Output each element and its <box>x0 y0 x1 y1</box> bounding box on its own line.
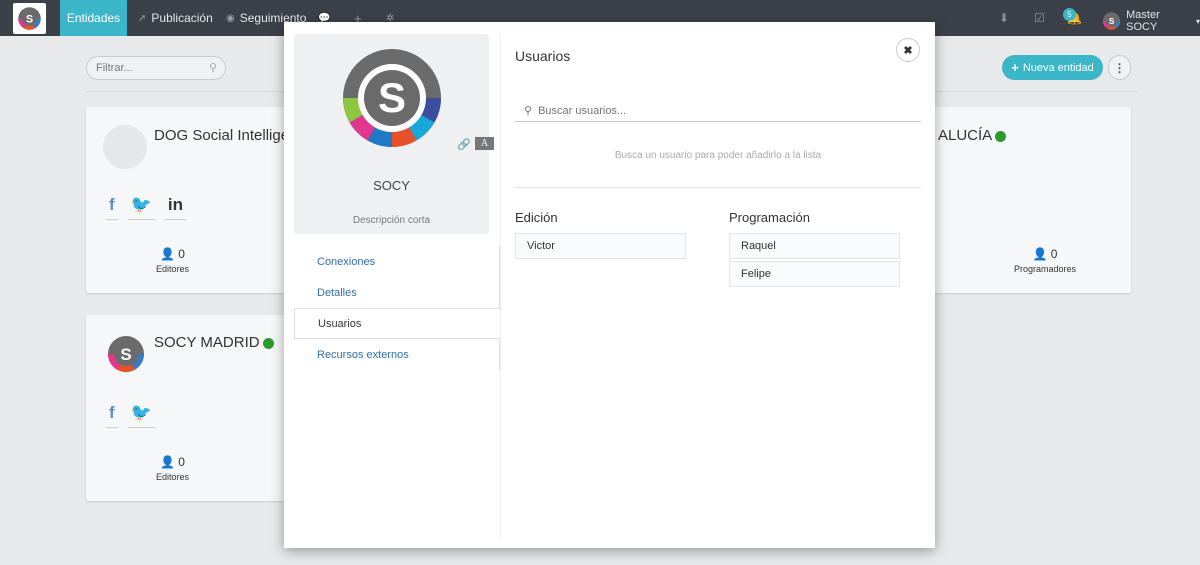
online-status-dot <box>995 130 1007 142</box>
side-nav-label: Usuarios <box>318 317 362 330</box>
facebook-icon[interactable]: f <box>106 195 118 220</box>
entity-title-text: SOCY MADRID <box>154 334 260 351</box>
nav-tab-publicacion-label: Publicación <box>151 11 213 25</box>
stat-value: 0 <box>1050 247 1058 261</box>
search-icon: ⚲ <box>208 62 217 74</box>
user-icon: 👤 <box>160 247 175 261</box>
user-search-input[interactable] <box>538 104 899 117</box>
stat-value: 0 <box>178 247 185 261</box>
modal-side-nav: Conexiones Detalles Usuarios Recursos ex… <box>294 246 500 370</box>
programacion-title: Programación <box>729 210 810 225</box>
notification-badge: 5 <box>1063 8 1076 21</box>
font-icon[interactable]: A <box>475 137 494 150</box>
entity-profile-panel: S 🔗 A SOCY Descripción corta <box>294 34 494 234</box>
close-icon: ✖ <box>903 44 913 57</box>
filter-input[interactable]: Filtrar... ⚲ <box>86 56 226 80</box>
user-search-field[interactable]: ⚲ <box>515 100 921 122</box>
user-name: Master SOCY <box>1126 9 1160 33</box>
edicion-title: Edición <box>515 210 558 225</box>
new-entity-button[interactable]: + Nueva entidad <box>1002 55 1103 80</box>
social-links: f 🐦 in <box>106 195 186 220</box>
entity-logo: S <box>342 48 442 151</box>
facebook-icon[interactable]: f <box>106 403 118 428</box>
stat-value: 0 <box>178 455 185 469</box>
socy-logo-icon: S <box>18 7 41 30</box>
close-button[interactable]: ✖ <box>896 38 920 62</box>
side-nav-recursos-externos[interactable]: Recursos externos <box>294 339 500 370</box>
social-links: f 🐦 <box>106 403 155 428</box>
side-nav-detalles[interactable]: Detalles <box>294 277 500 308</box>
online-status-dot <box>262 337 274 349</box>
programacion-user-item[interactable]: Felipe <box>729 261 900 287</box>
stat-label: Editores <box>155 264 190 274</box>
entity-card[interactable]: ALUCÍA 👤 0 Programadores <box>905 107 1131 293</box>
svg-text:S: S <box>120 345 131 364</box>
users-section-title: Usuarios <box>515 48 571 64</box>
nav-tab-publicacion[interactable]: ➚ Publicación <box>128 0 223 36</box>
user-icon: 👤 <box>160 455 175 469</box>
stat-label: Editores <box>155 472 190 482</box>
user-icon: 👤 <box>1032 247 1048 261</box>
linkedin-icon[interactable]: in <box>164 195 186 220</box>
svg-text:S: S <box>26 13 33 25</box>
side-nav-label: Recursos externos <box>317 348 409 361</box>
divider <box>500 34 501 539</box>
programacion-user-item[interactable]: Raquel <box>729 233 900 259</box>
entity-avatar <box>103 125 147 169</box>
divider <box>515 187 921 188</box>
stat-label: Programadores <box>1013 264 1077 274</box>
search-hint: Busca un usuario para poder añadirlo a l… <box>614 150 822 161</box>
entity-title[interactable]: SOCY MADRID <box>154 334 274 351</box>
search-icon: ⚲ <box>524 105 533 117</box>
more-options-button[interactable]: ⋮ <box>1108 55 1131 80</box>
kebab-icon: ⋮ <box>1113 60 1126 75</box>
user-menu[interactable]: S Master SOCY ▾ <box>1102 9 1200 33</box>
plus-icon: + <box>1011 60 1019 75</box>
side-nav-usuarios[interactable]: Usuarios <box>294 308 500 339</box>
entity-description: Descripción corta <box>352 215 431 226</box>
programmers-stat: 👤 0 Programadores <box>1005 247 1085 274</box>
twitter-icon[interactable]: 🐦 <box>127 195 155 220</box>
target-icon: ◉ <box>226 12 235 24</box>
filter-placeholder: Filtrar... <box>96 62 133 74</box>
chevron-down-icon: ▾ <box>1195 16 1200 26</box>
side-nav-label: Conexiones <box>317 255 376 268</box>
entity-avatar: S <box>106 334 146 377</box>
user-avatar: S <box>1102 12 1121 30</box>
socy-logo-icon: S <box>108 336 144 373</box>
side-nav-label: Detalles <box>317 286 357 299</box>
edicion-user-item[interactable]: Victor <box>515 233 686 259</box>
entity-card[interactable]: DOG Social Intellige f 🐦 in 👤 0 Editores <box>86 107 289 293</box>
entity-users-modal: S 🔗 A SOCY Descripción corta Conexiones … <box>284 22 935 548</box>
editors-stat: 👤 0 Editores <box>146 455 199 482</box>
app-logo[interactable]: S <box>13 3 46 34</box>
nav-tab-entidades-label: Entidades <box>66 11 121 25</box>
socy-logo-icon: S <box>343 49 441 147</box>
entity-title-text: ALUCÍA <box>938 127 993 144</box>
new-entity-label: Nueva entidad <box>1022 61 1094 74</box>
tasks-icon[interactable]: ☑ <box>1034 11 1045 25</box>
entity-title[interactable]: ALUCÍA <box>938 127 1007 144</box>
side-nav-conexiones[interactable]: Conexiones <box>294 246 500 277</box>
entity-card[interactable]: S SOCY MADRID f 🐦 👤 0 Editores <box>86 315 286 501</box>
nav-tab-entidades[interactable]: Entidades <box>60 0 127 36</box>
entity-name: SOCY <box>373 178 410 193</box>
rocket-icon: ➚ <box>138 12 147 24</box>
editors-stat: 👤 0 Editores <box>146 247 199 274</box>
svg-text:S: S <box>1109 17 1115 26</box>
link-icon[interactable]: 🔗 <box>457 138 471 151</box>
svg-text:S: S <box>378 74 406 121</box>
twitter-icon[interactable]: 🐦 <box>127 403 155 428</box>
download-icon[interactable]: ⬇ <box>999 11 1009 25</box>
entity-title[interactable]: DOG Social Intellige <box>154 127 289 144</box>
